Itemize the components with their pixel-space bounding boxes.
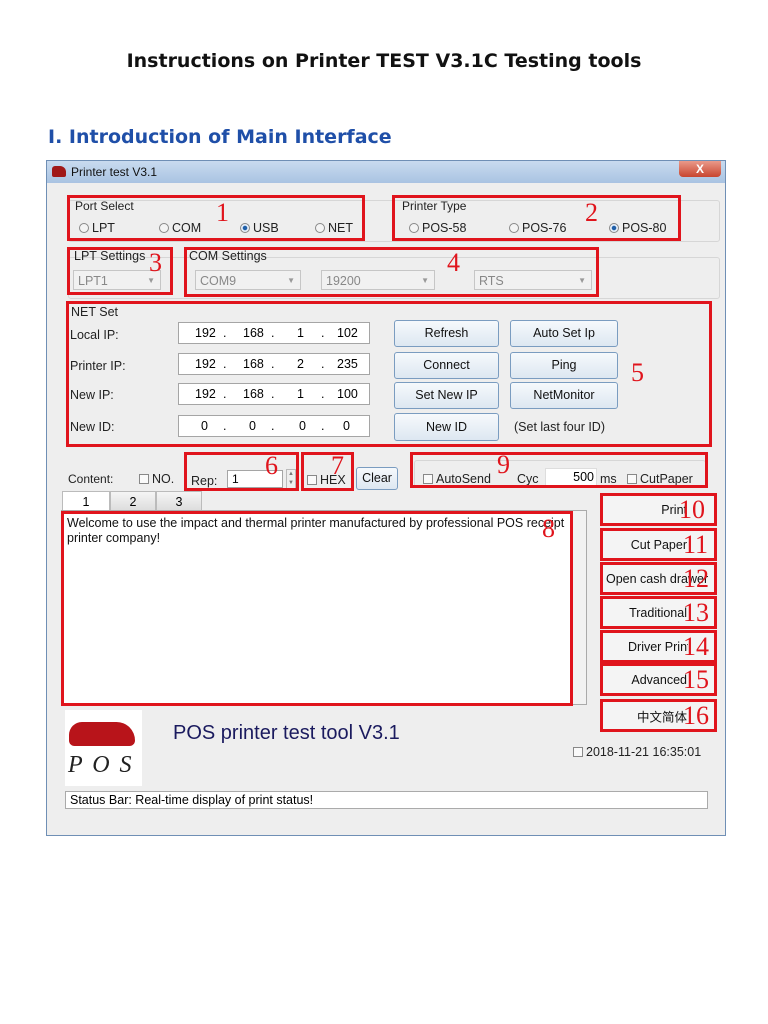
annotation-number-7: 7: [331, 451, 344, 480]
datetime-checkbox[interactable]: 2018-11-21 16:35:01: [573, 745, 701, 759]
annotation-box-6: [184, 452, 299, 491]
annotation-number-1: 1: [216, 198, 229, 227]
annotation-number-9: 9: [497, 450, 510, 479]
section-heading: I. Introduction of Main Interface: [48, 126, 392, 148]
close-button[interactable]: X: [679, 161, 721, 177]
clear-button[interactable]: Clear: [356, 467, 398, 490]
annotation-number-12: 12: [683, 564, 709, 593]
app-title: POS printer test tool V3.1: [173, 722, 400, 744]
annotation-number-8: 8: [542, 514, 555, 543]
annotation-number-15: 15: [683, 665, 709, 694]
annotation-number-2: 2: [585, 198, 598, 227]
content-label: Content:: [68, 472, 114, 486]
annotation-number-11: 11: [683, 530, 709, 559]
annotation-number-3: 3: [149, 248, 162, 277]
annotation-number-16: 16: [683, 701, 709, 730]
tab-3[interactable]: 3: [156, 491, 202, 511]
title-bar: Printer test V3.1 X: [47, 161, 725, 183]
document-page: Instructions on Printer TEST V3.1C Testi…: [0, 0, 768, 1024]
annotation-number-14: 14: [683, 632, 709, 661]
annotation-number-4: 4: [447, 248, 460, 277]
window-title: Printer test V3.1: [71, 165, 158, 179]
tab-2[interactable]: 2: [110, 491, 156, 511]
tab-1[interactable]: 1: [62, 491, 110, 511]
annotation-number-5: 5: [631, 358, 644, 387]
app-icon: [52, 166, 66, 177]
checkbox-icon: [139, 474, 149, 484]
annotation-box-9: [410, 452, 708, 488]
annotation-box-4: [184, 247, 599, 297]
annotation-number-10: 10: [679, 495, 705, 524]
annotation-box-2: [392, 195, 681, 241]
pos-logo: P O S: [65, 710, 142, 786]
car-icon: [69, 722, 135, 746]
status-bar: Status Bar: Real-time display of print s…: [65, 791, 708, 809]
checkbox-icon: [573, 747, 583, 757]
logo-text: P O S: [68, 752, 134, 778]
annotation-box-5: [66, 301, 712, 447]
no-checkbox[interactable]: NO.: [139, 472, 174, 486]
annotation-number-13: 13: [683, 598, 709, 627]
annotation-box-8: [61, 511, 573, 706]
annotation-number-6: 6: [265, 451, 278, 480]
annotation-box-7: [301, 452, 354, 491]
document-title: Instructions on Printer TEST V3.1C Testi…: [126, 50, 642, 72]
